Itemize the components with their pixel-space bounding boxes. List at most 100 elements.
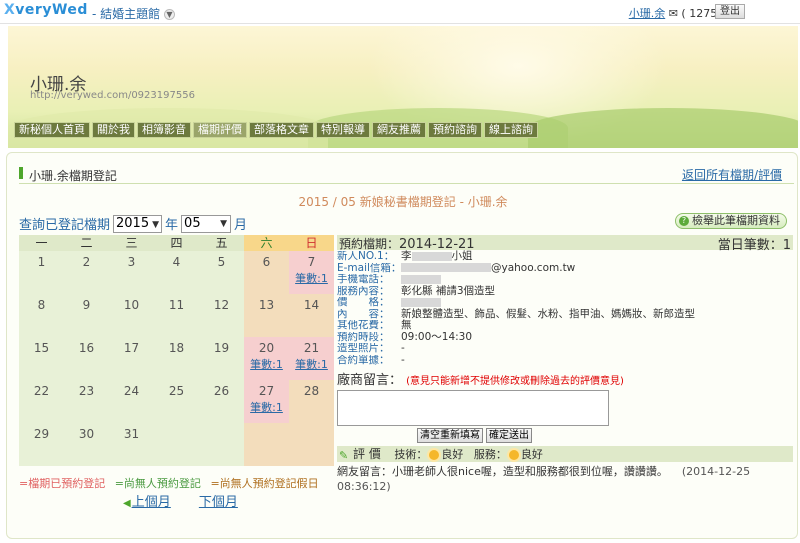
- day-number: 22: [33, 384, 50, 398]
- help-icon: ?: [679, 216, 689, 226]
- redacted-mask: [411, 251, 452, 261]
- calendar-day[interactable]: 7 筆數:1: [289, 251, 334, 294]
- booking-count-link[interactable]: 筆數:1: [289, 356, 334, 372]
- section-marker: [19, 167, 23, 179]
- day-number: 2: [82, 255, 91, 269]
- day-number: 12: [213, 298, 230, 312]
- booking-count-link[interactable]: 筆數:1: [244, 399, 289, 415]
- nav-item-about[interactable]: 關於我: [92, 122, 135, 138]
- field-label: 價 格：: [337, 297, 390, 308]
- calendar-day: 25: [154, 380, 199, 423]
- calendar-day: 5: [199, 251, 244, 294]
- nav-item-album[interactable]: 相簿影音: [137, 122, 191, 138]
- query-row: 查詢已登記檔期 2015 ▼ 年 05 ▼ 月: [19, 214, 247, 233]
- field-value: @yahoo.com.tw: [401, 262, 575, 275]
- day-number: 24: [123, 384, 140, 398]
- day-number: 7: [307, 255, 316, 269]
- field-value: 09:00～14:30: [401, 330, 473, 343]
- calendar-day: 9: [64, 294, 109, 337]
- calendar-day[interactable]: 20 筆數:1: [244, 337, 289, 380]
- next-month-link[interactable]: 下個月: [199, 495, 238, 510]
- field-label: 合約單據：: [337, 354, 390, 366]
- month-unit: 月: [234, 218, 248, 233]
- calendar-day: [154, 423, 199, 466]
- field-label: 造型照片：: [337, 343, 390, 354]
- calendar-day: 24: [109, 380, 154, 423]
- chevron-down-icon[interactable]: ▼: [163, 9, 175, 20]
- theme-hall-link[interactable]: - 結婚主題館 ▼: [92, 5, 175, 22]
- calendar-day: 28: [289, 380, 334, 423]
- calendar-day: 12: [199, 294, 244, 337]
- day-number: 16: [78, 341, 95, 355]
- user-name-link[interactable]: 小珊.余: [629, 7, 666, 20]
- day-number: 23: [78, 384, 95, 398]
- calendar-legend: =檔期已預約登記 =尚無人預約登記 =尚無人預約登記假日: [19, 475, 325, 491]
- day-number: 26: [213, 384, 230, 398]
- back-to-all-link[interactable]: 返回所有檔期/評價: [682, 166, 782, 183]
- logout-button[interactable]: 登出: [715, 4, 745, 19]
- redacted-mask: [401, 297, 441, 307]
- calendar-day[interactable]: 21 筆數:1: [289, 337, 334, 380]
- day-number: 8: [37, 298, 46, 312]
- weekday-header: 日: [289, 235, 334, 251]
- year-select[interactable]: 2015 ▼: [113, 214, 163, 233]
- day-number: 30: [78, 427, 95, 441]
- calendar-day: 23: [64, 380, 109, 423]
- vendor-message-input[interactable]: [337, 390, 609, 426]
- field-value: 新娘整體造型、飾品、假髮、水粉、指甲油、媽媽妝、新郎造型: [401, 307, 695, 320]
- legend-booked: =檔期已預約登記: [19, 477, 106, 490]
- nav-item-recommend[interactable]: 網友推薦: [372, 122, 426, 138]
- clear-button[interactable]: 清空重新填寫: [417, 428, 483, 443]
- day-number: 21: [303, 341, 320, 355]
- prev-month-link[interactable]: ◀上個月: [123, 495, 183, 510]
- calendar-day: 11: [154, 294, 199, 337]
- site-logo[interactable]: XveryWed: [4, 2, 88, 18]
- calendar-day: 3: [109, 251, 154, 294]
- nav-item-schedule[interactable]: 檔期評價: [193, 122, 247, 138]
- field-label: 其他花費：: [337, 320, 390, 331]
- mail-icon[interactable]: ✉: [669, 7, 678, 20]
- submit-button[interactable]: 確定送出: [486, 428, 532, 443]
- nav-item-booking[interactable]: 預約諮詢: [428, 122, 482, 138]
- sun-icon: [508, 450, 519, 460]
- day-number: 18: [168, 341, 185, 355]
- calendar-day: 18: [154, 337, 199, 380]
- nav-item-home[interactable]: 新秘個人首頁: [14, 122, 90, 138]
- banner-decoration: [528, 108, 798, 148]
- day-number: 9: [82, 298, 91, 312]
- day-number: 27: [258, 384, 275, 398]
- month-pager: ◀上個月 下個月: [123, 491, 250, 510]
- field-label: 預約時段：: [337, 331, 390, 343]
- profile-nav: 新秘個人首頁 關於我 相簿影音 檔期評價 部落格文章 特別報導 網友推薦 預約諮…: [14, 122, 538, 138]
- nav-item-online[interactable]: 線上諮詢: [484, 122, 538, 138]
- calendar-day[interactable]: 27 筆數:1: [244, 380, 289, 423]
- section-title: 小珊.余檔期登記: [29, 169, 117, 183]
- booking-count-link[interactable]: 筆數:1: [289, 270, 334, 286]
- booking-field-row: 造型照片： -: [337, 343, 793, 355]
- booking-detail: 預約檔期：2014-12-21 當日筆數：1 新人NO.1： 李小姐 E-mail信…: [337, 235, 793, 494]
- daily-count: 當日筆數：1: [717, 238, 791, 253]
- report-button[interactable]: ? 檢舉此筆檔期資料: [675, 213, 787, 229]
- day-number: 10: [123, 298, 140, 312]
- day-number: 19: [213, 341, 230, 355]
- nav-item-blog[interactable]: 部落格文章: [249, 122, 314, 138]
- calendar: 一 二 三 四 五 六 日 1 2 3 4 5 6 7 筆數:1 8 9 10 11 12 13 14 15 1…: [19, 235, 334, 466]
- year-unit: 年: [165, 218, 179, 233]
- calendar-day: 8: [19, 294, 64, 337]
- booking-field-row: 服務內容： 彰化縣 補請3個造型: [337, 285, 793, 298]
- query-label: 查詢已登記檔期: [19, 218, 111, 233]
- vendor-message-header: 廠商留言： (意見只能新增不提供修改或刪除過去的評價意見): [337, 373, 624, 388]
- calendar-day: 31: [109, 423, 154, 466]
- nav-item-report[interactable]: 特別報導: [316, 122, 370, 138]
- weekday-header: 二: [64, 235, 109, 251]
- calendar-grid: 1 2 3 4 5 6 7 筆數:1 8 9 10 11 12 13 14 15 16 17 18 19 20 筆數:1 2…: [19, 251, 334, 466]
- booking-count-link[interactable]: 筆數:1: [244, 356, 289, 372]
- calendar-day: 6: [244, 251, 289, 294]
- day-number: 20: [258, 341, 275, 355]
- content-frame: 小珊.余檔期登記 返回所有檔期/評價 2015 / 05 新娘秘書檔期登記 - …: [6, 152, 798, 539]
- day-number: 11: [168, 298, 185, 312]
- month-select[interactable]: 05 ▼: [181, 214, 232, 233]
- day-number: 5: [217, 255, 226, 269]
- day-number: 31: [123, 427, 140, 441]
- field-label: 服務內容：: [337, 285, 390, 297]
